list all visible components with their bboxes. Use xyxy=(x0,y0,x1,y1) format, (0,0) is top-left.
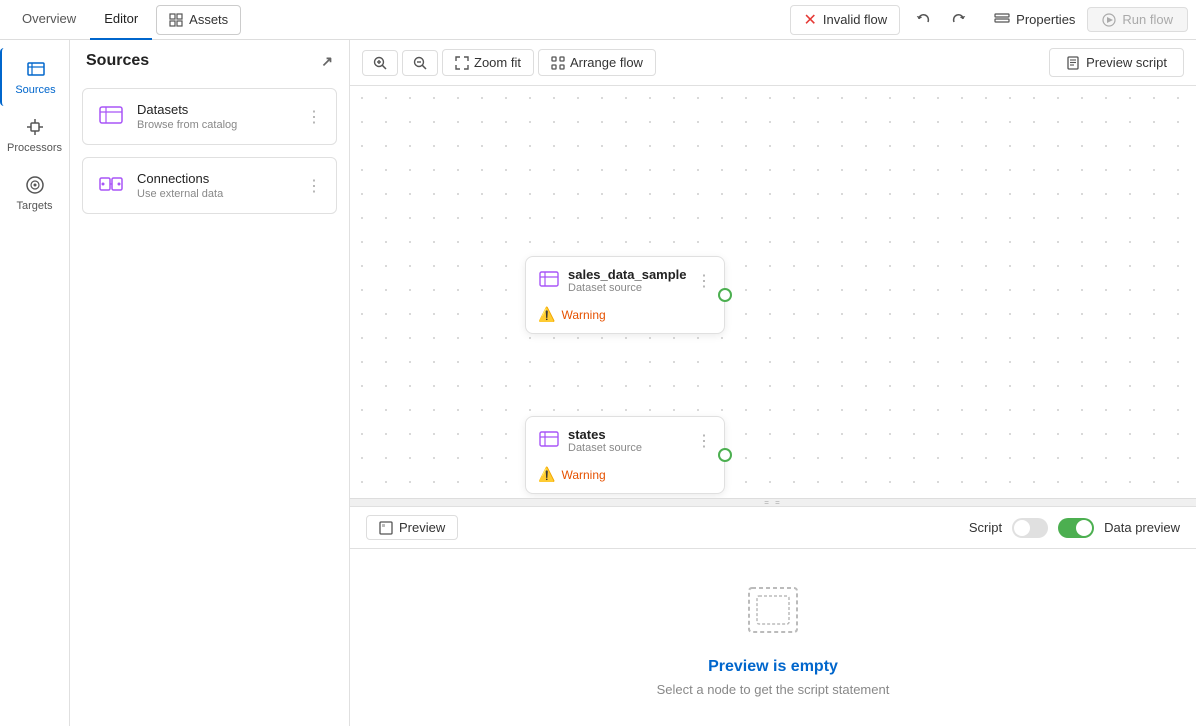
canvas-toolbar: Zoom fit Arrange flow xyxy=(350,40,1196,86)
flow-node-sales-info: sales_data_sample Dataset source xyxy=(568,267,688,294)
zoom-out-button[interactable] xyxy=(402,50,438,76)
connector-dot-2[interactable] xyxy=(718,448,732,462)
undo-button[interactable] xyxy=(908,4,940,36)
connections-menu[interactable]: ⋮ xyxy=(306,176,322,196)
preview-panel: Preview Script Data preview xyxy=(350,506,1196,726)
zoom-in-button[interactable] xyxy=(362,50,398,76)
redo-button[interactable] xyxy=(942,4,974,36)
sources-header: Sources ↗ xyxy=(70,40,349,82)
invalid-icon: ✕ xyxy=(803,10,816,30)
undo-redo-group xyxy=(908,4,974,36)
dataset-icon-1 xyxy=(538,268,560,293)
flow-node-sales-menu[interactable]: ⋮ xyxy=(696,271,712,291)
arrange-icon xyxy=(551,56,565,70)
sidebar-item-sources[interactable]: Sources xyxy=(0,48,69,106)
sidebar-item-targets[interactable]: Targets xyxy=(0,164,69,222)
expand-icon[interactable]: ↗ xyxy=(321,53,333,70)
datasets-card[interactable]: Datasets Browse from catalog ⋮ xyxy=(82,88,337,145)
tab-assets[interactable]: Assets xyxy=(156,5,241,35)
properties-icon xyxy=(994,12,1010,28)
run-flow-button[interactable]: Run flow xyxy=(1087,7,1188,32)
zoom-fit-icon xyxy=(455,56,469,70)
zoom-in-icon xyxy=(373,56,387,70)
preview-button[interactable]: Preview xyxy=(366,515,458,540)
processors-icon xyxy=(24,116,46,138)
flow-node-sales-warning: ⚠️ Warning xyxy=(526,300,724,333)
sources-icon xyxy=(25,58,47,80)
script-toggle[interactable] xyxy=(1012,518,1048,538)
flow-node-states-menu[interactable]: ⋮ xyxy=(696,431,712,451)
canvas-top: Zoom fit Arrange flow xyxy=(350,40,1196,498)
connections-card[interactable]: Connections Use external data ⋮ xyxy=(82,157,337,214)
sources-panel: Sources ↗ Datasets Browse from catalog ⋮ xyxy=(70,40,350,726)
flow-node-states[interactable]: states Dataset source ⋮ ⚠️ Warning xyxy=(525,416,725,494)
datasets-menu[interactable]: ⋮ xyxy=(306,107,322,127)
invalid-flow-button[interactable]: ✕ Invalid flow xyxy=(790,5,900,35)
datasets-info: Datasets Browse from catalog xyxy=(137,102,294,131)
connections-icon xyxy=(97,170,125,201)
preview-script-button[interactable]: Preview script xyxy=(1049,48,1184,77)
script-icon xyxy=(1066,56,1080,70)
flow-node-states-header: states Dataset source ⋮ xyxy=(526,417,724,460)
data-preview-toggle[interactable] xyxy=(1058,518,1094,538)
flow-node-sales[interactable]: sales_data_sample Dataset source ⋮ ⚠️ Wa… xyxy=(525,256,725,334)
resize-handle[interactable]: = = xyxy=(350,498,1196,506)
warning-icon-2: ⚠️ xyxy=(538,466,555,483)
tab-editor[interactable]: Editor xyxy=(90,0,152,40)
run-icon xyxy=(1102,13,1116,27)
tab-overview[interactable]: Overview xyxy=(8,0,90,40)
dataset-icon-2 xyxy=(538,428,560,453)
zoom-out-icon xyxy=(413,56,427,70)
datasets-icon xyxy=(97,101,125,132)
flow-node-states-warning: ⚠️ Warning xyxy=(526,460,724,493)
main-layout: Sources Processors Targets Sources ↗ xyxy=(0,40,1196,726)
canvas-split: Zoom fit Arrange flow xyxy=(350,40,1196,726)
preview-content: Preview is empty Select a node to get th… xyxy=(350,549,1196,726)
flow-node-sales-header: sales_data_sample Dataset source ⋮ xyxy=(526,257,724,300)
preview-toggles: Script Data preview xyxy=(969,518,1180,538)
assets-icon xyxy=(169,13,183,27)
top-nav: Overview Editor Assets ✕ Invalid flow xyxy=(0,0,1196,40)
preview-panel-header: Preview Script Data preview xyxy=(350,507,1196,549)
left-sidebar: Sources Processors Targets xyxy=(0,40,70,726)
undo-icon xyxy=(916,12,932,28)
redo-icon xyxy=(950,12,966,28)
properties-button[interactable]: Properties xyxy=(982,8,1087,32)
warning-icon-1: ⚠️ xyxy=(538,306,555,323)
flow-node-states-info: states Dataset source xyxy=(568,427,688,454)
zoom-fit-button[interactable]: Zoom fit xyxy=(442,49,534,76)
connector-dot-1[interactable] xyxy=(718,288,732,302)
connections-info: Connections Use external data xyxy=(137,171,294,200)
canvas-grid[interactable]: sales_data_sample Dataset source ⋮ ⚠️ Wa… xyxy=(350,86,1196,498)
arrange-flow-button[interactable]: Arrange flow xyxy=(538,49,656,76)
preview-icon xyxy=(379,521,393,535)
sidebar-item-processors[interactable]: Processors xyxy=(0,106,69,164)
targets-icon xyxy=(24,174,46,196)
preview-empty-icon xyxy=(741,578,805,642)
